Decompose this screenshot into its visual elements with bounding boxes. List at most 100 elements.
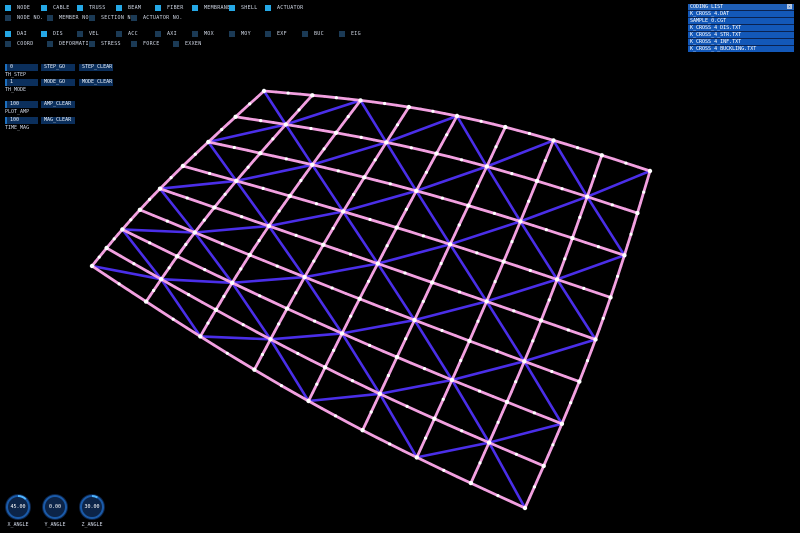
- node-point: [484, 164, 489, 169]
- node-point: [362, 175, 367, 180]
- toggle-force[interactable]: FORCE: [131, 39, 160, 49]
- chord-member: [598, 316, 605, 331]
- toggle-vel[interactable]: VEL: [77, 29, 99, 39]
- checkbox-icon[interactable]: [47, 15, 53, 21]
- file-list-item[interactable]: K_CROSS_4_DIS.TXT: [688, 25, 794, 31]
- toggle-membrane[interactable]: MEMBRANE: [192, 3, 230, 13]
- node-point: [431, 109, 435, 113]
- checkbox-icon[interactable]: [173, 41, 179, 47]
- checkbox-icon[interactable]: [5, 31, 11, 37]
- checkbox-icon[interactable]: [302, 31, 308, 37]
- checkbox-icon[interactable]: [339, 31, 345, 37]
- angle-knob-x-angle[interactable]: 45.00: [5, 494, 31, 520]
- checkbox-icon[interactable]: [47, 41, 53, 47]
- structure-mesh-view[interactable]: [0, 0, 800, 533]
- toggle-exf[interactable]: EXF: [265, 29, 287, 39]
- toggle-fiber[interactable]: FIBER: [155, 3, 184, 13]
- toggle-acc[interactable]: ACC: [116, 29, 138, 39]
- checkbox-icon[interactable]: [89, 15, 95, 21]
- checkbox-icon[interactable]: [41, 31, 47, 37]
- chord-member: [279, 384, 297, 395]
- mag-clear-button[interactable]: MAG_CLEAR: [41, 117, 75, 124]
- toggle-buc[interactable]: BUC: [302, 29, 324, 39]
- toggle-cable[interactable]: CABLE: [41, 3, 70, 13]
- checkbox-icon[interactable]: [5, 5, 11, 11]
- checkbox-icon[interactable]: [116, 5, 122, 11]
- checkbox-icon[interactable]: [265, 31, 271, 37]
- node-point: [566, 328, 570, 332]
- mode-clear-button[interactable]: MODE_CLEAR: [79, 79, 113, 86]
- toggle-actuator[interactable]: ACTUATOR: [265, 3, 303, 13]
- chord-member: [421, 234, 439, 242]
- file-list-item[interactable]: K_CROSS_4.DAT: [688, 11, 794, 17]
- node-point: [266, 223, 272, 229]
- checkbox-icon[interactable]: [5, 15, 11, 21]
- checkbox-icon[interactable]: [155, 5, 161, 11]
- time-mag-input[interactable]: 100: [5, 117, 38, 124]
- node-point: [496, 494, 500, 498]
- toggle-coord[interactable]: COORD: [5, 39, 34, 49]
- node-point: [234, 178, 239, 184]
- checkbox-icon[interactable]: [89, 41, 95, 47]
- angle-knob-z-angle[interactable]: 30.00: [79, 494, 105, 520]
- checkbox-icon[interactable]: [41, 5, 47, 11]
- checkbox-icon[interactable]: [77, 5, 83, 11]
- plot-amp-input[interactable]: 100: [5, 101, 38, 108]
- file-list-item[interactable]: K_CROSS_4_INF.TXT: [688, 39, 794, 45]
- chord-member: [334, 414, 351, 425]
- toggle-actuator-no[interactable]: ACTUATOR NO.: [131, 13, 183, 23]
- file-list-item[interactable]: K_CROSS_4_BUCKLING.TXT: [688, 46, 794, 52]
- chord-member: [528, 485, 536, 499]
- checkbox-icon[interactable]: [192, 31, 198, 37]
- step-go-button[interactable]: STEP_GO: [41, 64, 75, 71]
- toggle-stress[interactable]: STRESS: [89, 39, 121, 49]
- toggle-node[interactable]: NODE: [5, 3, 30, 13]
- file-list-item[interactable]: SAMPLE_0.CGT: [688, 18, 794, 24]
- toggle-member-no[interactable]: MEMBER NO.: [47, 13, 92, 23]
- toggle-beam[interactable]: BEAM: [116, 3, 141, 13]
- angle-knob-y-angle[interactable]: 0.00: [42, 494, 68, 520]
- toggle-dai[interactable]: DAI: [5, 29, 27, 39]
- chord-member: [497, 168, 514, 176]
- checkbox-icon[interactable]: [265, 5, 271, 11]
- node-point: [421, 234, 425, 238]
- file-list-item[interactable]: K_CROSS_4_STR.TXT: [688, 32, 794, 38]
- checkbox-icon[interactable]: [116, 31, 122, 37]
- th-mode-input[interactable]: 1: [5, 79, 38, 86]
- node-point: [367, 279, 371, 283]
- checkbox-icon[interactable]: [5, 41, 11, 47]
- toggle-shell[interactable]: SHELL: [229, 3, 258, 13]
- toggle-axi[interactable]: AXI: [155, 29, 177, 39]
- toggle-node-no[interactable]: NODE NO.: [5, 13, 43, 23]
- close-icon[interactable]: ×: [787, 4, 792, 9]
- node-point: [314, 202, 319, 206]
- node-point: [512, 309, 516, 313]
- checkbox-icon[interactable]: [155, 31, 161, 37]
- node-point: [383, 101, 387, 106]
- checkbox-icon[interactable]: [131, 15, 137, 21]
- toggle-mox[interactable]: MOX: [192, 29, 214, 39]
- checkbox-icon[interactable]: [229, 5, 235, 11]
- mode-go-button[interactable]: MODE_GO: [41, 79, 75, 86]
- toggle-dis[interactable]: DIS: [41, 29, 63, 39]
- step-clear-button[interactable]: STEP_CLEAR: [79, 64, 113, 71]
- checkbox-icon[interactable]: [77, 31, 83, 37]
- toggle-moy[interactable]: MOY: [229, 29, 251, 39]
- toggle-truss[interactable]: TRUSS: [77, 3, 106, 13]
- toggle-eig[interactable]: EIG: [339, 29, 361, 39]
- chord-member: [550, 370, 567, 379]
- node-point: [208, 171, 212, 176]
- chord-member: [226, 210, 244, 219]
- node-point: [404, 207, 408, 211]
- checkbox-icon[interactable]: [229, 31, 235, 37]
- chord-member: [489, 145, 498, 159]
- diagonal-member: [376, 243, 452, 265]
- th-step-input[interactable]: 0: [5, 64, 38, 71]
- node-point: [484, 299, 489, 304]
- node-point: [212, 205, 217, 210]
- checkbox-icon[interactable]: [131, 41, 137, 47]
- node-point: [258, 294, 262, 298]
- toggle-exxen[interactable]: EXXEN: [173, 39, 202, 49]
- amp-clear-button[interactable]: AMP_CLEAR: [41, 101, 75, 108]
- checkbox-icon[interactable]: [192, 5, 198, 11]
